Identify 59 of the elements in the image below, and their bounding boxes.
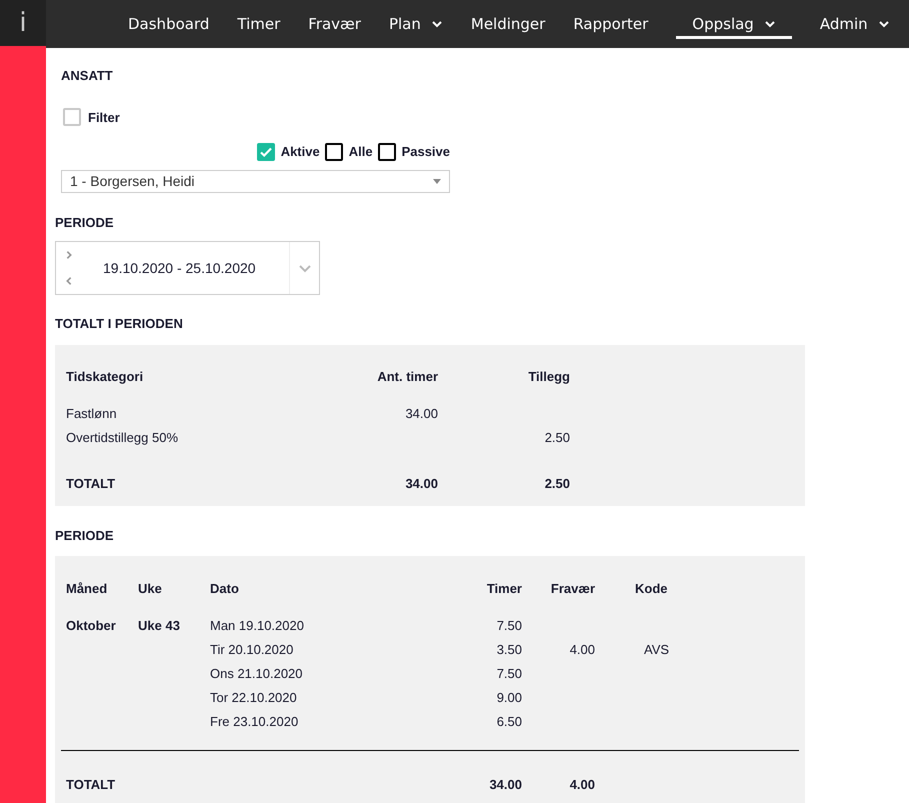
table-cell: AVS [644, 642, 670, 657]
column-header: Tidskategori [66, 368, 144, 384]
table-cell: Fastlønn [66, 406, 117, 420]
checkbox-label: Filter [88, 108, 120, 126]
checkbox[interactable] [324, 142, 343, 161]
checkbox-label: Aktive [280, 143, 320, 161]
checkbox[interactable] [378, 142, 396, 161]
table-cell: Man 19.10.2020 [210, 618, 304, 633]
column-header: Tillegg [528, 368, 570, 384]
table-cell: 7.50 [496, 666, 522, 681]
column-header: Måned [66, 581, 108, 596]
table-cell: 34.00 [405, 476, 438, 490]
column-header: Uke [138, 581, 162, 596]
table-cell: TOTALT [66, 476, 116, 490]
checkbox[interactable] [256, 142, 275, 161]
column-header: Dato [210, 581, 239, 596]
nav-tab[interactable]: Dashboard [128, 9, 210, 39]
chevron-left-icon [64, 276, 74, 286]
column-header: Ant. timer [377, 368, 438, 384]
table-cell: 34.00 [489, 777, 522, 792]
table-cell: 3.50 [496, 642, 522, 657]
table-cell: TOTALT [66, 777, 116, 792]
table-cell: 4.00 [570, 777, 595, 792]
nav-tab[interactable]: Plan [388, 9, 443, 39]
nav-tab[interactable]: Admin [820, 9, 890, 39]
date-range-text: 19.10.2020 - 25.10.2020 [103, 258, 256, 278]
section-heading: PERIODE [55, 214, 115, 232]
nav-tab[interactable]: Oppslag [676, 9, 792, 39]
date-range-picker[interactable]: 19.10.2020 - 25.10.2020 [55, 241, 320, 295]
table-cell: 6.50 [496, 714, 522, 729]
table-cell: 4.00 [570, 642, 595, 657]
table-cell: Fre 23.10.2020 [210, 714, 298, 729]
table-cell: 2.50 [544, 430, 570, 444]
chevron-right-icon [64, 250, 74, 260]
nav-tab[interactable]: Rapporter [573, 9, 648, 39]
table-cell: Overtidstillegg 50% [66, 430, 178, 444]
table-cell: 7.50 [496, 618, 522, 633]
table-cell: Uke 43 [138, 618, 180, 633]
section-heading: TOTALT I PERIODEN [55, 315, 184, 333]
nav-tab[interactable]: Meldinger [470, 9, 546, 39]
logo-tile[interactable]: i [0, 0, 46, 48]
section-heading: ANSATT [61, 67, 114, 85]
table-cell: Tir 20.10.2020 [210, 642, 294, 657]
nav-tab[interactable]: Timer [237, 9, 280, 39]
dropdown-arrow-icon [433, 178, 441, 184]
table-cell: Oktober [66, 618, 116, 633]
table-cell: Tor 22.10.2020 [210, 690, 297, 705]
employee-select[interactable]: 1 - Borgersen, Heidi [61, 170, 450, 192]
table-cell: 9.00 [496, 690, 522, 705]
nav-tab[interactable]: Fravær [308, 9, 361, 39]
section-heading: PERIODE [55, 526, 115, 544]
column-header: Fravær [550, 581, 595, 596]
checkbox-label: Passive [402, 143, 450, 161]
table-cell: Ons 21.10.2020 [210, 666, 303, 681]
column-header: Kode [635, 581, 668, 596]
table-cell: 34.00 [405, 406, 438, 420]
checkbox-label: Alle [348, 143, 373, 161]
table-cell: 2.50 [544, 476, 570, 490]
column-header: Timer [486, 581, 522, 596]
